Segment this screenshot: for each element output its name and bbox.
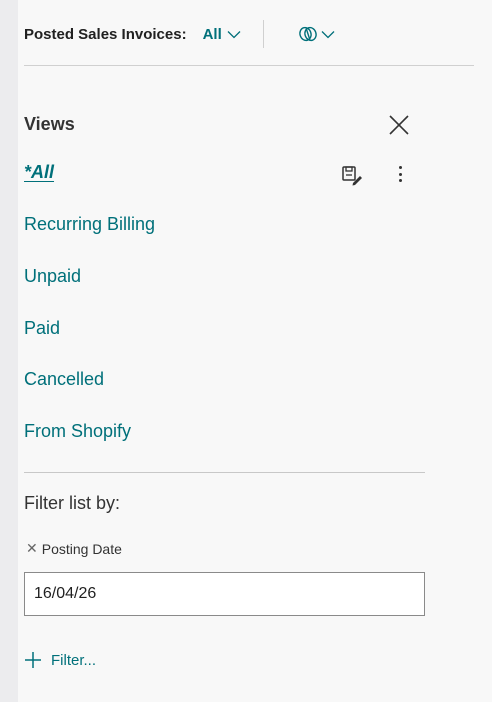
save-view-icon[interactable]: [340, 164, 362, 186]
view-item-paid[interactable]: Paid: [24, 318, 60, 339]
copilot-icon: [298, 26, 317, 42]
header-divider-line: [24, 65, 474, 66]
view-item-cancelled[interactable]: Cancelled: [24, 369, 104, 390]
more-options-icon[interactable]: [389, 163, 411, 185]
views-title: Views: [24, 114, 75, 134]
filter-list-heading: Filter list by:: [24, 493, 121, 513]
remove-filter-icon[interactable]: ✕: [26, 540, 38, 557]
copilot-button[interactable]: [298, 25, 335, 43]
chevron-down-icon: [321, 30, 335, 38]
views-divider: [24, 472, 425, 473]
filter-field-name: Posting Date: [41, 540, 122, 557]
page-title: Posted Sales Invoices:: [24, 25, 187, 43]
header-divider: [262, 20, 264, 48]
left-edge-strip: [0, 0, 18, 702]
active-filter-label: ✕ Posting Date: [26, 540, 122, 557]
add-filter-button[interactable]: Filter...: [24, 651, 96, 669]
view-selector-button[interactable]: All: [203, 26, 241, 43]
posting-date-filter-input[interactable]: [24, 572, 425, 616]
view-selector-label: All: [202, 25, 222, 43]
chevron-down-icon: [227, 30, 241, 38]
plus-icon: [25, 652, 41, 668]
add-filter-label: Filter...: [51, 651, 97, 669]
view-item-all[interactable]: *All: [24, 162, 54, 183]
page-header: Posted Sales Invoices: All: [24, 14, 474, 54]
close-icon[interactable]: [386, 112, 412, 138]
view-item-unpaid[interactable]: Unpaid: [24, 266, 81, 287]
view-item-recurring-billing[interactable]: Recurring Billing: [24, 214, 155, 235]
view-item-from-shopify[interactable]: From Shopify: [24, 421, 131, 442]
